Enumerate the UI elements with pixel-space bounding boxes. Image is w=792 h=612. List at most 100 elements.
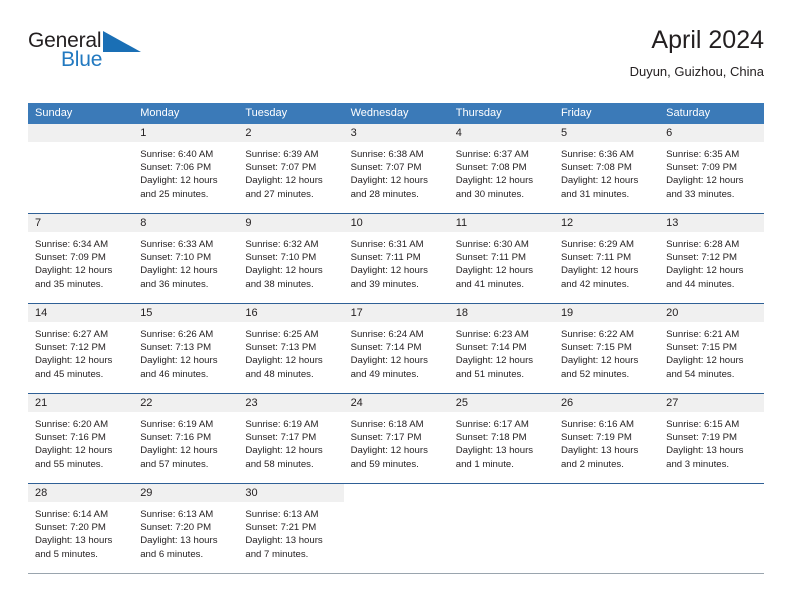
calendar-day-cell[interactable]: 10 Sunrise: 6:31 AM Sunset: 7:11 PM Dayligh… bbox=[343, 214, 449, 303]
calendar-day-cell[interactable]: 3 Sunrise: 6:38 AM Sunset: 7:07 PM Daylight… bbox=[343, 124, 449, 213]
calendar-day-cell[interactable]: 22 Sunrise: 6:19 AM Sunset: 7:16 PM Dayligh… bbox=[133, 394, 239, 483]
day-details: Sunrise: 6:38 AM Sunset: 7:07 PM Daylight:… bbox=[344, 142, 449, 201]
day-details: Sunrise: 6:23 AM Sunset: 7:14 PM Daylight:… bbox=[449, 322, 554, 381]
daylight-text-line2: and 48 minutes. bbox=[245, 368, 314, 380]
day-number bbox=[449, 484, 554, 502]
calendar-day-cell[interactable]: 19 Sunrise: 6:22 AM Sunset: 7:15 PM Dayligh… bbox=[553, 304, 660, 393]
day-details: Sunrise: 6:39 AM Sunset: 7:07 PM Daylight:… bbox=[238, 142, 343, 201]
calendar-day-cell[interactable]: 6 Sunrise: 6:35 AM Sunset: 7:09 PM Daylight… bbox=[659, 124, 765, 213]
daylight-text-line1: Daylight: 12 hours bbox=[245, 265, 323, 277]
calendar-day-cell[interactable]: 16 Sunrise: 6:25 AM Sunset: 7:13 PM Dayligh… bbox=[238, 304, 344, 393]
daylight-text-line1: Daylight: 12 hours bbox=[455, 265, 534, 277]
calendar-day-cell[interactable]: 11 Sunrise: 6:30 AM Sunset: 7:11 PM Dayligh… bbox=[448, 214, 554, 303]
day-number: 5 bbox=[553, 124, 660, 142]
day-number: 24 bbox=[343, 394, 449, 412]
daylight-text-line1: Daylight: 12 hours bbox=[350, 355, 428, 367]
calendar-day-cell[interactable]: 20 Sunrise: 6:21 AM Sunset: 7:15 PM Dayligh… bbox=[659, 304, 765, 393]
calendar-day-cell[interactable]: 30 Sunrise: 6:13 AM Sunset: 7:21 PM Dayligh… bbox=[238, 484, 344, 573]
day-details: Sunrise: 6:21 AM Sunset: 7:15 PM Daylight:… bbox=[659, 322, 764, 381]
sunrise-text: Sunrise: 6:16 AM bbox=[560, 419, 634, 430]
calendar-day-cell[interactable]: 23 Sunrise: 6:19 AM Sunset: 7:17 PM Dayligh… bbox=[238, 394, 344, 483]
calendar-day-cell[interactable]: 28 Sunrise: 6:14 AM Sunset: 7:20 PM Dayligh… bbox=[28, 484, 134, 573]
sunset-text: Sunset: 7:13 PM bbox=[140, 342, 212, 354]
day-number: 12 bbox=[553, 214, 660, 232]
sunrise-text: Sunrise: 6:22 AM bbox=[560, 329, 634, 340]
daylight-text-line1: Daylight: 13 hours bbox=[140, 535, 218, 547]
day-details: Sunrise: 6:35 AM Sunset: 7:09 PM Daylight:… bbox=[659, 142, 764, 201]
daylight-text-line2: and 1 minute. bbox=[455, 458, 514, 470]
calendar-day-cell[interactable]: 18 Sunrise: 6:23 AM Sunset: 7:14 PM Dayligh… bbox=[448, 304, 554, 393]
calendar-day-cell[interactable]: 27 Sunrise: 6:15 AM Sunset: 7:19 PM Dayligh… bbox=[659, 394, 765, 483]
sunrise-text: Sunrise: 6:40 AM bbox=[140, 149, 214, 160]
calendar-day-cell[interactable]: 17 Sunrise: 6:24 AM Sunset: 7:14 PM Dayligh… bbox=[343, 304, 449, 393]
sunset-text: Sunset: 7:06 PM bbox=[140, 162, 212, 174]
sunrise-text: Sunrise: 6:19 AM bbox=[245, 419, 319, 430]
day-details: Sunrise: 6:26 AM Sunset: 7:13 PM Daylight:… bbox=[133, 322, 238, 381]
daylight-text-line1: Daylight: 13 hours bbox=[560, 445, 639, 457]
calendar-day-cell[interactable]: 24 Sunrise: 6:18 AM Sunset: 7:17 PM Dayligh… bbox=[343, 394, 449, 483]
calendar-week-row: 21 Sunrise: 6:20 AM Sunset: 7:16 PM Dayligh… bbox=[28, 393, 765, 484]
daylight-text-line2: and 54 minutes. bbox=[666, 368, 735, 380]
daylight-text-line2: and 25 minutes. bbox=[140, 188, 209, 200]
daylight-text-line2: and 6 minutes. bbox=[140, 548, 204, 560]
daylight-text-line2: and 31 minutes. bbox=[560, 188, 630, 200]
daylight-text-line2: and 42 minutes. bbox=[560, 278, 630, 290]
daylight-text-line1: Daylight: 13 hours bbox=[666, 445, 744, 457]
calendar-day-cell[interactable]: 21 Sunrise: 6:20 AM Sunset: 7:16 PM Dayligh… bbox=[28, 394, 134, 483]
weekday-header-sunday: Sunday bbox=[28, 103, 134, 124]
sunset-text: Sunset: 7:18 PM bbox=[455, 432, 527, 444]
daylight-text-line2: and 46 minutes. bbox=[140, 368, 209, 380]
sunrise-text: Sunrise: 6:36 AM bbox=[560, 149, 634, 160]
calendar-day-cell[interactable]: 25 Sunrise: 6:17 AM Sunset: 7:18 PM Dayligh… bbox=[448, 394, 554, 483]
daylight-text-line2: and 27 minutes. bbox=[245, 188, 314, 200]
day-number: 25 bbox=[448, 394, 554, 412]
day-number: 4 bbox=[448, 124, 554, 142]
calendar-day-cell[interactable]: 26 Sunrise: 6:16 AM Sunset: 7:19 PM Dayligh… bbox=[553, 394, 660, 483]
daylight-text-line1: Daylight: 13 hours bbox=[245, 535, 323, 547]
calendar-day-cell[interactable]: 1 Sunrise: 6:40 AM Sunset: 7:06 PM Daylight… bbox=[133, 124, 239, 213]
daylight-text-line1: Daylight: 12 hours bbox=[350, 445, 428, 457]
sunset-text: Sunset: 7:20 PM bbox=[35, 522, 106, 534]
day-details: Sunrise: 6:24 AM Sunset: 7:14 PM Daylight:… bbox=[344, 322, 449, 381]
calendar-day-cell[interactable]: 14 Sunrise: 6:27 AM Sunset: 7:12 PM Dayligh… bbox=[28, 304, 134, 393]
calendar-day-cell[interactable]: 8 Sunrise: 6:33 AM Sunset: 7:10 PM Daylight… bbox=[133, 214, 239, 303]
daylight-text-line2: and 55 minutes. bbox=[35, 458, 104, 470]
day-details: Sunrise: 6:34 AM Sunset: 7:09 PM Daylight:… bbox=[28, 232, 133, 291]
daylight-text-line2: and 49 minutes. bbox=[350, 368, 419, 380]
calendar-body: 1 Sunrise: 6:40 AM Sunset: 7:06 PM Daylight… bbox=[28, 124, 765, 574]
daylight-text-line1: Daylight: 12 hours bbox=[245, 355, 323, 367]
sunrise-text: Sunrise: 6:31 AM bbox=[350, 239, 424, 250]
calendar-day-cell[interactable]: 4 Sunrise: 6:37 AM Sunset: 7:08 PM Daylight… bbox=[448, 124, 554, 213]
sunset-text: Sunset: 7:19 PM bbox=[666, 432, 738, 444]
day-details: Sunrise: 6:27 AM Sunset: 7:12 PM Daylight:… bbox=[28, 322, 133, 381]
calendar-day-cell[interactable]: 5 Sunrise: 6:36 AM Sunset: 7:08 PM Daylight… bbox=[553, 124, 660, 213]
sunrise-text: Sunrise: 6:21 AM bbox=[666, 329, 740, 340]
day-details bbox=[344, 502, 449, 508]
sunset-text: Sunset: 7:16 PM bbox=[35, 432, 106, 444]
calendar-day-cell[interactable]: 29 Sunrise: 6:13 AM Sunset: 7:20 PM Dayligh… bbox=[133, 484, 239, 573]
calendar-day-cell[interactable]: 15 Sunrise: 6:26 AM Sunset: 7:13 PM Dayligh… bbox=[133, 304, 239, 393]
logo-text-blue: Blue bbox=[61, 48, 103, 71]
sunrise-text: Sunrise: 6:24 AM bbox=[350, 329, 424, 340]
daylight-text-line2: and 2 minutes. bbox=[560, 458, 624, 470]
calendar-day-cell[interactable]: 2 Sunrise: 6:39 AM Sunset: 7:07 PM Daylight… bbox=[238, 124, 344, 213]
calendar-day-cell[interactable]: 13 Sunrise: 6:28 AM Sunset: 7:12 PM Dayligh… bbox=[659, 214, 765, 303]
day-details: Sunrise: 6:13 AM Sunset: 7:20 PM Daylight:… bbox=[133, 502, 238, 561]
day-number bbox=[344, 484, 449, 502]
day-number bbox=[554, 484, 659, 502]
sunrise-text: Sunrise: 6:13 AM bbox=[140, 509, 214, 520]
title-block: April 2024 Duyun, Guizhou, China bbox=[630, 26, 764, 79]
sunset-text: Sunset: 7:07 PM bbox=[350, 162, 422, 174]
calendar-day-cell[interactable]: 7 Sunrise: 6:34 AM Sunset: 7:09 PM Daylight… bbox=[28, 214, 134, 303]
sunrise-text: Sunrise: 6:35 AM bbox=[666, 149, 740, 160]
day-number bbox=[659, 484, 764, 502]
calendar-day-cell[interactable]: 9 Sunrise: 6:32 AM Sunset: 7:10 PM Daylight… bbox=[238, 214, 344, 303]
sunset-text: Sunset: 7:11 PM bbox=[350, 252, 421, 264]
sunset-text: Sunset: 7:11 PM bbox=[560, 252, 632, 264]
calendar-empty-cell bbox=[344, 484, 449, 573]
day-details: Sunrise: 6:30 AM Sunset: 7:11 PM Daylight:… bbox=[449, 232, 554, 291]
triangle-icon bbox=[103, 31, 143, 58]
calendar-day-cell[interactable]: 12 Sunrise: 6:29 AM Sunset: 7:11 PM Dayligh… bbox=[553, 214, 660, 303]
day-details: Sunrise: 6:19 AM Sunset: 7:17 PM Daylight:… bbox=[238, 412, 343, 471]
sunrise-text: Sunrise: 6:32 AM bbox=[245, 239, 319, 250]
